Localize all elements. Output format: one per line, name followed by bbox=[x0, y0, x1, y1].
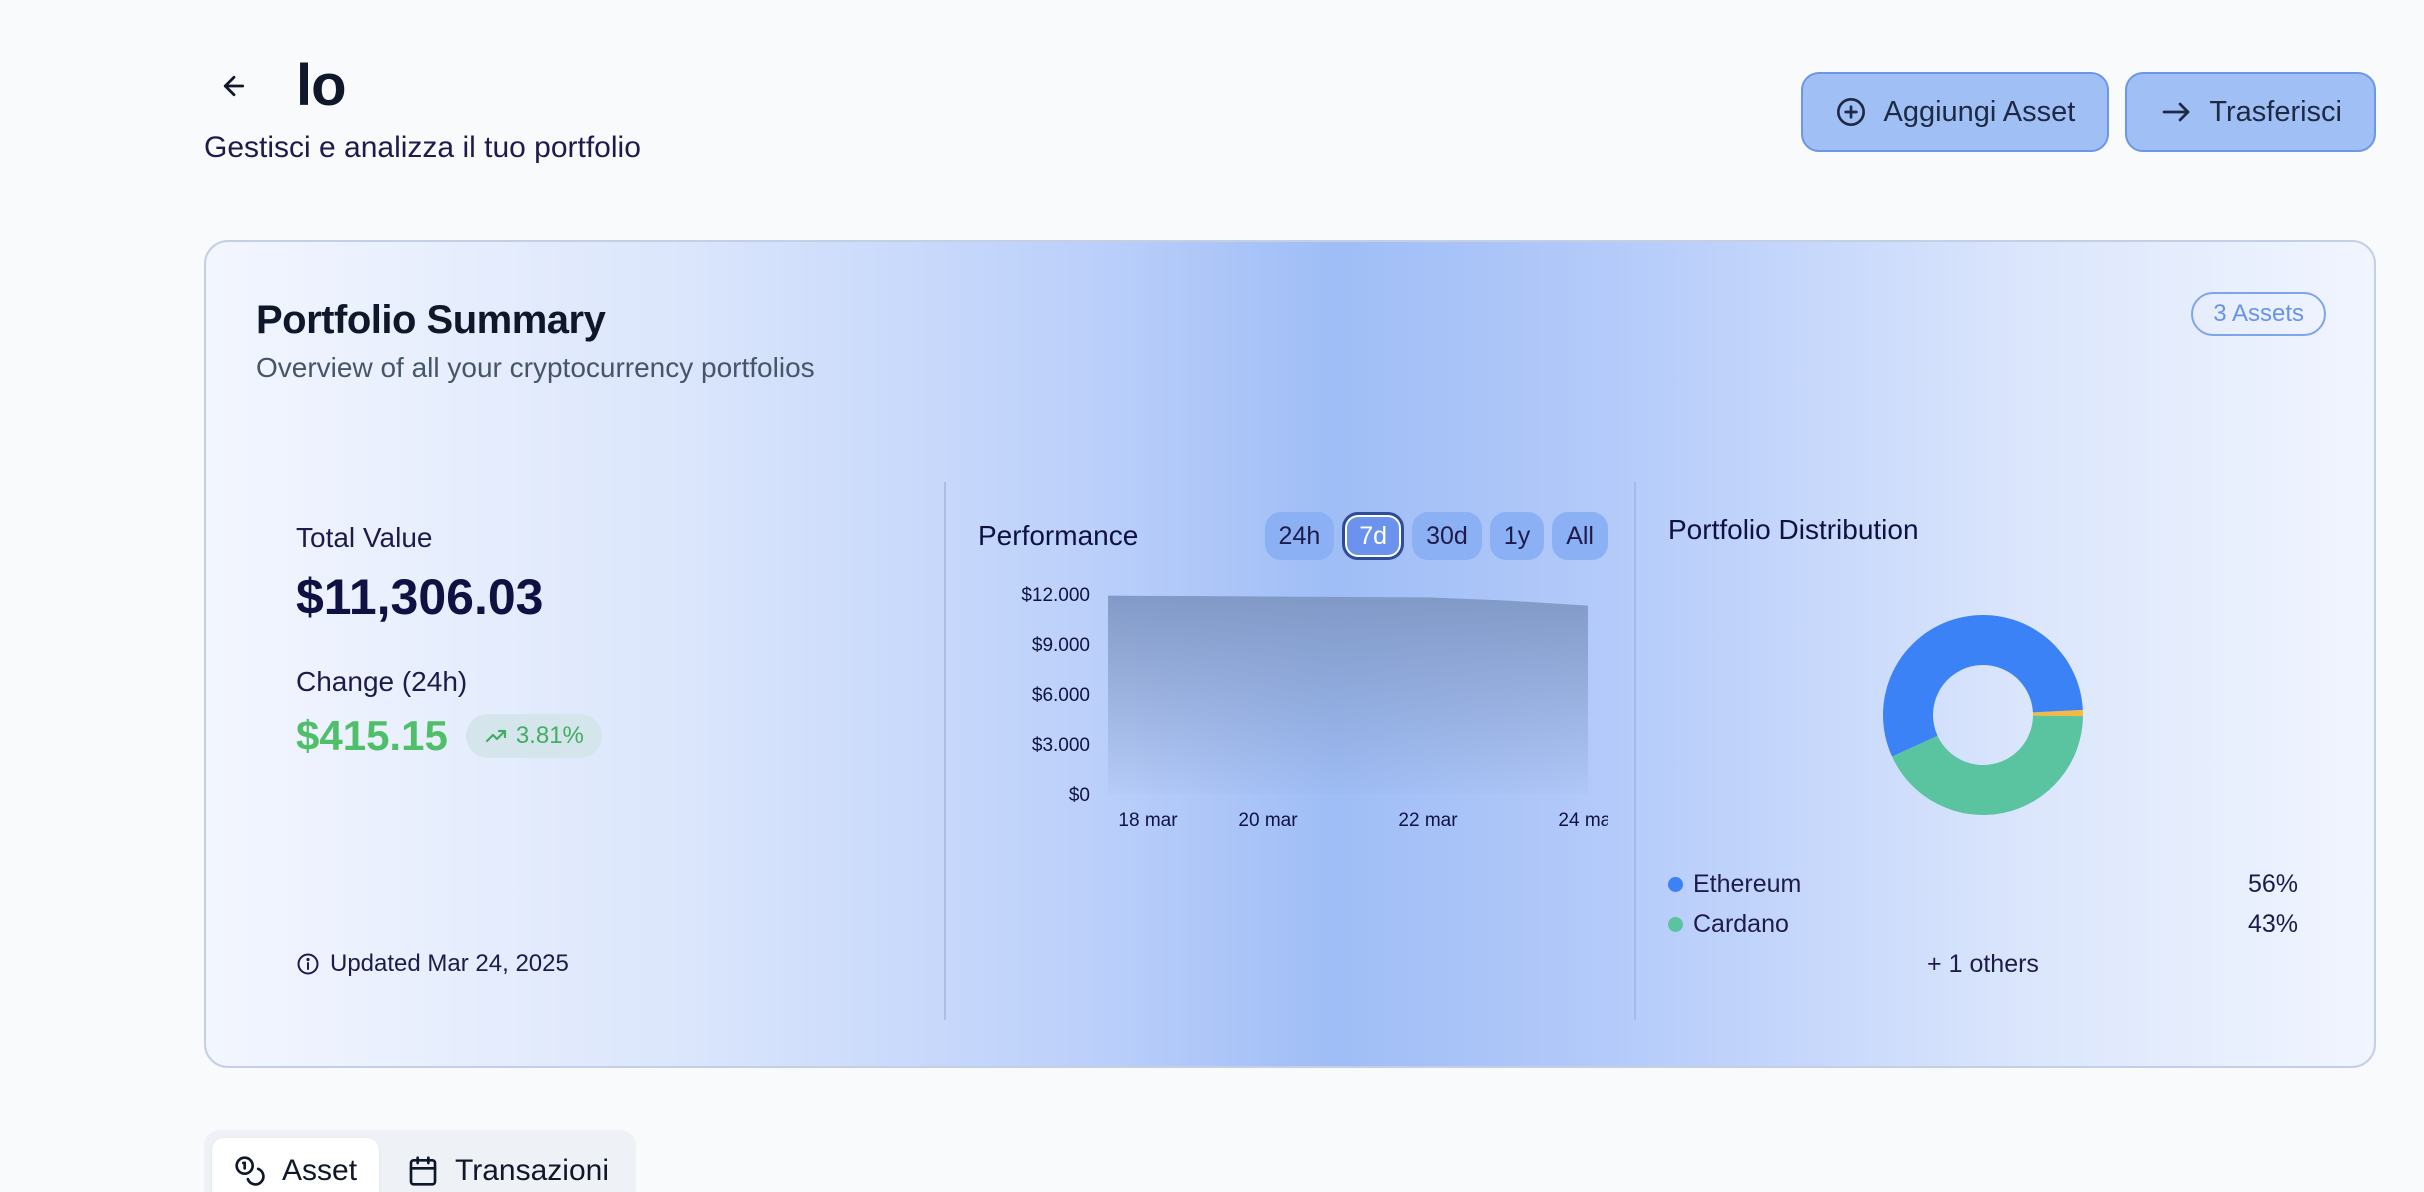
transfer-button[interactable]: Trasferisci bbox=[2125, 72, 2376, 152]
trending-up-icon bbox=[485, 729, 506, 743]
tab-asset[interactable]: Asset bbox=[212, 1138, 380, 1192]
card-title: Portfolio Summary bbox=[256, 298, 606, 342]
add-asset-label: Aggiungi Asset bbox=[1883, 95, 2076, 128]
assets-count-badge: 3 Assets bbox=[2191, 292, 2326, 336]
y-tick-label: $3.000 bbox=[1032, 735, 1090, 756]
arrow-right-icon bbox=[2163, 102, 2190, 122]
arrow-left-icon bbox=[223, 75, 245, 96]
card-description: Overview of all your cryptocurrency port… bbox=[256, 352, 815, 383]
performance-header: Performance 24h 7d 30d 1y All bbox=[978, 512, 1608, 560]
title-row: lo bbox=[204, 52, 641, 119]
transfer-label: Trasferisci bbox=[2209, 95, 2342, 128]
distribution-title: Portfolio Distribution bbox=[1668, 514, 1919, 545]
legend-percent: 56% bbox=[2247, 869, 2298, 898]
legend-name: Cardano bbox=[1693, 909, 1789, 938]
value-section: Total Value $11,306.03 Change (24h) $415… bbox=[296, 522, 602, 760]
y-tick-label: $9.000 bbox=[1032, 635, 1090, 656]
tab-transactions-label: Transazioni bbox=[455, 1154, 609, 1187]
divider-left bbox=[944, 482, 946, 1020]
total-value: $11,306.03 bbox=[296, 569, 544, 625]
legend-percent: 43% bbox=[2247, 909, 2298, 938]
distribution-section: Portfolio Distribution Ethereum 56% Cardan… bbox=[1668, 514, 2298, 978]
change-value: $415.15 bbox=[296, 712, 448, 759]
portfolio-summary-card: Portfolio Summary Overview of all your c… bbox=[204, 240, 2376, 1068]
performance-area bbox=[1108, 595, 1588, 794]
y-tick-label: $0 bbox=[1069, 785, 1090, 806]
change-row: $415.15 3.81% bbox=[296, 712, 602, 760]
performance-title: Performance bbox=[978, 520, 1139, 551]
change-label: Change (24h) bbox=[296, 666, 468, 697]
x-tick-label: 18 mar bbox=[1118, 810, 1178, 831]
updated-note: Updated Mar 24, 2025 bbox=[296, 950, 569, 978]
page-header: lo Gestisci e analizza il tuo portfolio bbox=[204, 52, 641, 165]
legend-others: + 1 others bbox=[1927, 950, 2039, 978]
x-tick-label: 24 mar bbox=[1558, 810, 1608, 831]
add-asset-button[interactable]: Aggiungi Asset bbox=[1801, 72, 2110, 152]
range-1y-button[interactable]: 1y bbox=[1489, 512, 1545, 560]
tab-transactions[interactable]: Transazioni bbox=[385, 1138, 631, 1192]
page-title: lo bbox=[296, 53, 347, 118]
total-value-label: Total Value bbox=[296, 522, 433, 553]
y-tick-label: $6.000 bbox=[1032, 685, 1090, 706]
distribution-legend: Ethereum 56% Cardano 43% + 1 others bbox=[1668, 864, 2298, 984]
range-24h-button[interactable]: 24h bbox=[1264, 512, 1335, 560]
updated-text: Updated Mar 24, 2025 bbox=[330, 950, 569, 977]
legend-dot bbox=[1668, 876, 1683, 892]
info-icon bbox=[297, 953, 319, 975]
calendar-icon bbox=[409, 1156, 437, 1186]
legend-dot bbox=[1668, 916, 1683, 932]
legend-item-ethereum: Ethereum 56% bbox=[1668, 864, 2298, 904]
plus-circle-icon bbox=[1837, 98, 1866, 126]
page-subtitle: Gestisci e analizza il tuo portfolio bbox=[204, 131, 641, 164]
performance-chart: $0 $3.000 $6.000 $9.000 $12.000 18 mar 20 mar 2… bbox=[1021, 585, 1608, 831]
legend-name: Ethereum bbox=[1693, 869, 1802, 898]
range-7d-button[interactable]: 7d bbox=[1342, 512, 1405, 560]
header-actions: Aggiungi Asset Trasferisci bbox=[1801, 72, 2376, 152]
legend-item-cardano: Cardano 43% bbox=[1668, 904, 2298, 944]
y-tick-label: $12.000 bbox=[1021, 585, 1090, 606]
x-tick-label: 22 mar bbox=[1398, 810, 1458, 831]
coins-icon bbox=[235, 1156, 265, 1186]
back-button[interactable] bbox=[204, 56, 264, 116]
range-all-button[interactable]: All bbox=[1552, 512, 1608, 560]
performance-section: Performance 24h 7d 30d 1y All $0 $3.000 $6.000… bbox=[978, 512, 1608, 831]
change-percent-badge: 3.81% bbox=[465, 714, 602, 758]
tab-asset-label: Asset bbox=[282, 1154, 358, 1187]
range-30d-button[interactable]: 30d bbox=[1412, 512, 1482, 560]
section-tabs: Asset Transazioni bbox=[204, 1130, 636, 1192]
distribution-donut-chart bbox=[1883, 614, 2083, 815]
range-selector: 24h 7d 30d 1y All bbox=[1264, 512, 1608, 560]
x-tick-label: 20 mar bbox=[1238, 810, 1298, 831]
change-percent: 3.81% bbox=[515, 722, 584, 749]
divider-right bbox=[1634, 482, 1636, 1020]
